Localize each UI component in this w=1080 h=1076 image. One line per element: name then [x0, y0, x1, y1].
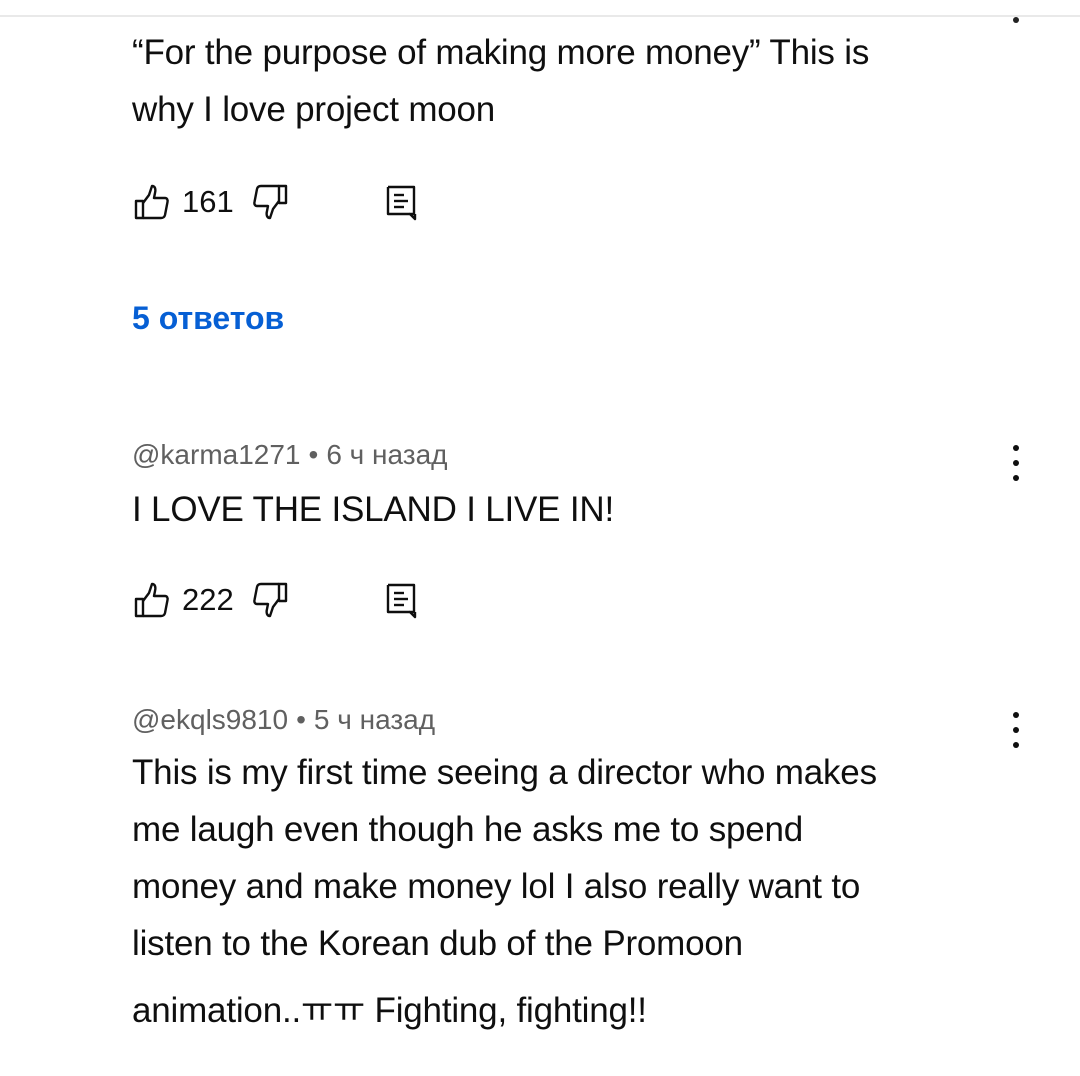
more-options-partial-icon[interactable]	[1013, 17, 1019, 23]
comment-text-line: animation..ㅠㅠ Fighting, fighting!!	[132, 991, 647, 1030]
comment-2: @karma1271 • 6 ч назад I LOVE THE ISLAND I…	[132, 438, 1012, 532]
like-count: 161	[182, 184, 234, 219]
thumbs-up-icon	[132, 580, 172, 620]
more-options-button[interactable]	[1002, 708, 1030, 752]
comment-author[interactable]: @karma1271	[132, 439, 301, 470]
comment-1-actions: 161	[132, 180, 422, 224]
comment-text: I LOVE THE ISLAND I LIVE IN!	[132, 488, 1012, 532]
dislike-button[interactable]	[250, 580, 290, 620]
more-options-button[interactable]	[1002, 441, 1030, 485]
thumbs-up-icon	[132, 182, 172, 222]
comment-text: This is my first time seeing a director …	[132, 744, 1012, 1039]
more-vertical-icon-dot	[1013, 460, 1019, 466]
more-vertical-icon-dot	[1013, 445, 1019, 451]
more-vertical-icon-dot	[1013, 727, 1019, 733]
comment-author[interactable]: @ekqls9810	[132, 704, 288, 735]
comment-text-line: “For the purpose of making more money” T…	[132, 33, 870, 72]
like-count: 222	[182, 582, 234, 617]
comment-text-line: money and make money lol I also really w…	[132, 867, 861, 906]
comment-text-line: This is my first time seeing a director …	[132, 753, 877, 792]
comment-3: @ekqls9810 • 5 ч назад This is my first ti…	[132, 703, 1012, 1039]
comment-reply-icon	[382, 580, 422, 620]
meta-separator: •	[308, 439, 319, 470]
comment-meta: @karma1271 • 6 ч назад	[132, 438, 1012, 472]
reply-button[interactable]	[382, 182, 422, 222]
reply-button[interactable]	[382, 580, 422, 620]
top-divider	[0, 15, 1080, 17]
comment-1: “For the purpose of making more money” T…	[132, 24, 1012, 138]
comment-text: “For the purpose of making more money” T…	[132, 24, 1012, 138]
comment-text-line: I LOVE THE ISLAND I LIVE IN!	[132, 490, 614, 529]
comment-meta: @ekqls9810 • 5 ч назад	[132, 703, 1012, 737]
more-vertical-icon-dot	[1013, 742, 1019, 748]
comment-time: 6 ч назад	[326, 439, 448, 470]
comment-text-line: listen to the Korean dub of the Promoon	[132, 924, 743, 963]
comment-text-line: why I love project moon	[132, 90, 496, 129]
comment-reply-icon	[382, 182, 422, 222]
view-replies-link[interactable]: 5 ответов	[132, 300, 284, 337]
comment-text-line: me laugh even though he asks me to spend	[132, 810, 804, 849]
comment-2-actions: 222	[132, 578, 422, 622]
more-vertical-icon-dot	[1013, 712, 1019, 718]
like-button[interactable]: 161	[132, 182, 250, 222]
thumbs-down-icon	[250, 580, 290, 620]
meta-separator: •	[296, 704, 306, 735]
dislike-button[interactable]	[250, 182, 290, 222]
thumbs-down-icon	[250, 182, 290, 222]
comment-time: 5 ч назад	[313, 704, 436, 735]
more-vertical-icon-dot	[1013, 475, 1019, 481]
like-button[interactable]: 222	[132, 580, 250, 620]
